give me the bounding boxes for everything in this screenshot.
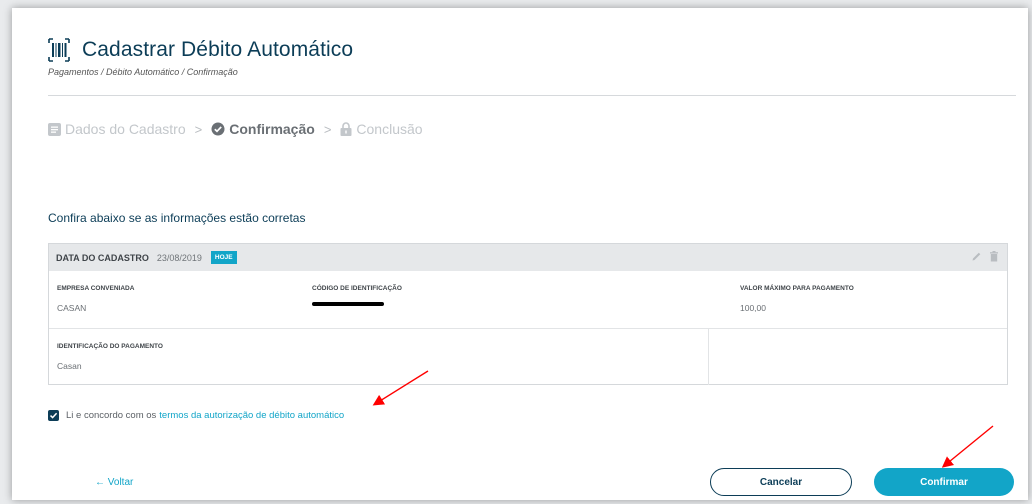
today-badge: HOJE bbox=[210, 251, 237, 264]
confirm-heading: Confira abaixo se as informações estão c… bbox=[48, 211, 306, 225]
terms-text: Li e concordo com os bbox=[66, 410, 157, 421]
lock-icon bbox=[340, 122, 352, 136]
app-frame: Cadastrar Débito Automático Pagamentos /… bbox=[12, 8, 1028, 500]
header-divider bbox=[48, 95, 1016, 96]
back-button[interactable]: ← Voltar bbox=[95, 477, 133, 488]
step-label: Dados do Cadastro bbox=[65, 121, 186, 137]
valor-cell: VALOR MÁXIMO PARA PAGAMENTO 100,00 bbox=[732, 271, 1007, 328]
card-header: DATA DO CADASTRO 23/08/2019 HOJE bbox=[49, 244, 1007, 271]
cancel-button[interactable]: Cancelar bbox=[710, 468, 852, 496]
checkmark-icon bbox=[49, 412, 58, 419]
breadcrumb: Pagamentos / Débito Automático / Confirm… bbox=[48, 67, 238, 77]
terms-link[interactable]: termos da autorização de débito automáti… bbox=[159, 410, 344, 421]
empty-cell bbox=[708, 329, 1007, 385]
list-icon bbox=[48, 122, 61, 136]
empresa-cell: EMPRESA CONVENIADA CASAN bbox=[49, 271, 304, 328]
valor-label: VALOR MÁXIMO PARA PAGAMENTO bbox=[740, 285, 854, 292]
card-row: IDENTIFICAÇÃO DO PAGAMENTO Casan bbox=[49, 328, 1007, 385]
check-circle-icon bbox=[211, 122, 225, 136]
confirm-button[interactable]: Confirmar bbox=[874, 468, 1014, 496]
terms-row: Li e concordo com os termos da autorizaç… bbox=[48, 410, 344, 421]
step-label: Conclusão bbox=[356, 121, 423, 137]
step-separator: > bbox=[194, 121, 203, 137]
summary-card: DATA DO CADASTRO 23/08/2019 HOJE EMPRESA… bbox=[48, 243, 1008, 385]
step-confirmacao: Confirmação bbox=[211, 121, 315, 137]
step-dados-do-cadastro: Dados do Cadastro bbox=[48, 121, 186, 137]
wizard-steps: Dados do Cadastro > Confirmação > Conclu… bbox=[48, 121, 423, 137]
empresa-label: EMPRESA CONVENIADA bbox=[57, 285, 135, 292]
card-row: EMPRESA CONVENIADA CASAN CÓDIGO DE IDENT… bbox=[49, 271, 1007, 328]
codigo-label: CÓDIGO DE IDENTIFICAÇÃO bbox=[312, 285, 402, 292]
identificacao-label: IDENTIFICAÇÃO DO PAGAMENTO bbox=[57, 343, 163, 350]
title-row: Cadastrar Débito Automático bbox=[48, 38, 353, 62]
page-title: Cadastrar Débito Automático bbox=[82, 38, 354, 61]
step-label: Confirmação bbox=[229, 121, 315, 137]
registration-date-label: DATA DO CADASTRO bbox=[56, 252, 149, 263]
trash-icon[interactable] bbox=[989, 251, 999, 262]
codigo-cell: CÓDIGO DE IDENTIFICAÇÃO bbox=[304, 271, 732, 328]
empresa-value: CASAN bbox=[57, 303, 87, 313]
redacted-code bbox=[312, 302, 384, 306]
card-actions bbox=[971, 251, 999, 262]
step-separator: > bbox=[323, 121, 332, 137]
step-conclusao: Conclusão bbox=[340, 121, 423, 137]
identificacao-cell: IDENTIFICAÇÃO DO PAGAMENTO Casan bbox=[49, 329, 708, 385]
terms-checkbox[interactable] bbox=[48, 410, 59, 421]
edit-icon[interactable] bbox=[971, 251, 982, 262]
barcode-icon bbox=[48, 38, 70, 62]
valor-value: 100,00 bbox=[740, 303, 766, 313]
identificacao-value: Casan bbox=[57, 361, 82, 371]
registration-date-value: 23/08/2019 bbox=[156, 252, 202, 263]
